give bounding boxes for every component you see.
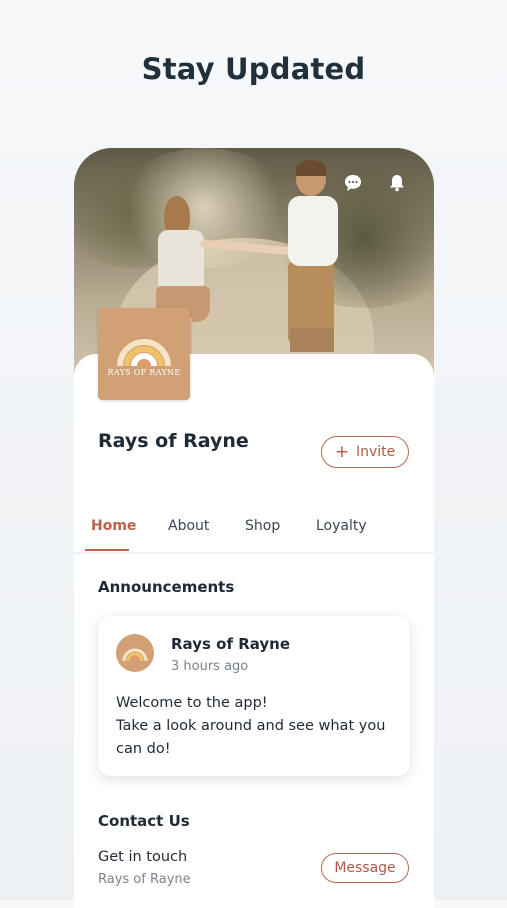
contact-label: Get in touch xyxy=(98,849,188,865)
tab-home[interactable]: Home xyxy=(91,518,136,534)
page-headline: Stay Updated xyxy=(141,52,366,86)
phone-screen: RAYS OF RAYNE Rays of Rayne + Invite Hom… xyxy=(74,148,434,908)
tab-about[interactable]: About xyxy=(168,518,209,534)
post-line: Take a look around and see what you can … xyxy=(116,718,386,757)
post-timestamp: 3 hours ago xyxy=(171,659,249,674)
contact-business-name: Rays of Rayne xyxy=(98,872,191,887)
post-author: Rays of Rayne xyxy=(171,635,291,653)
bell-icon[interactable] xyxy=(386,172,408,194)
message-button[interactable]: Message xyxy=(321,853,409,883)
rainbow-logo-icon xyxy=(122,648,148,661)
business-name: Rays of Rayne xyxy=(98,430,249,452)
plus-icon: + xyxy=(334,441,349,462)
invite-label: Invite xyxy=(355,444,396,460)
tab-shop[interactable]: Shop xyxy=(245,518,280,534)
contact-heading: Contact Us xyxy=(98,812,190,830)
logo-wordmark: RAYS OF RAYNE xyxy=(107,367,181,377)
rainbow-logo-icon xyxy=(117,338,171,366)
chat-bubble-icon[interactable] xyxy=(342,172,364,194)
post-line: Welcome to the app! xyxy=(116,695,268,711)
announcement-card[interactable]: Rays of Rayne 3 hours ago Welcome to the… xyxy=(98,616,410,776)
business-logo: RAYS OF RAYNE xyxy=(98,308,190,400)
invite-button[interactable]: + Invite xyxy=(321,436,409,468)
announcements-heading: Announcements xyxy=(98,578,235,596)
tab-bar: Home About Shop Loyalty xyxy=(74,508,434,553)
tab-loyalty[interactable]: Loyalty xyxy=(316,518,367,534)
post-body: Welcome to the app! Take a look around a… xyxy=(116,692,396,761)
active-tab-indicator xyxy=(85,549,129,551)
avatar xyxy=(116,634,154,672)
